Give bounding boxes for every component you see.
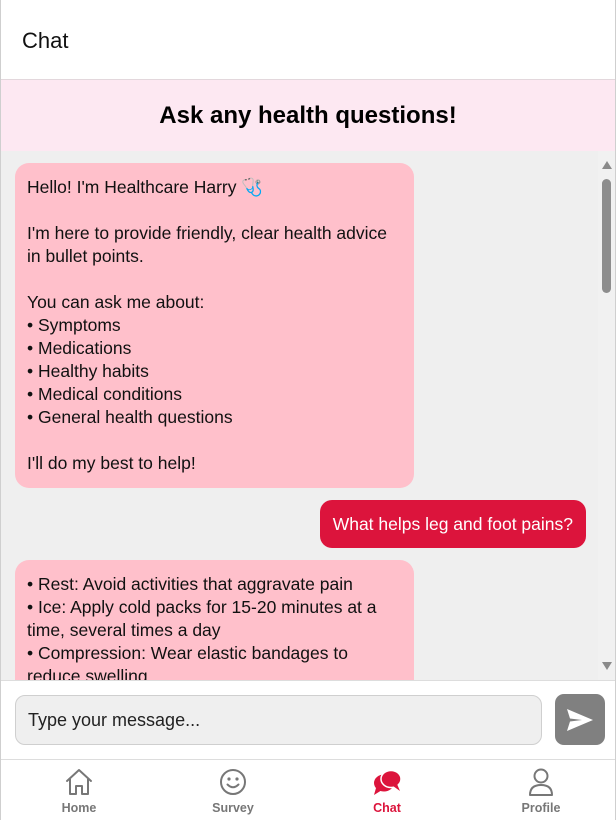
scrollbar-thumb[interactable] (602, 179, 611, 293)
smiley-icon (220, 769, 246, 795)
nav-label: Home (61, 801, 97, 815)
page-title: Chat (22, 28, 69, 53)
chat-bubbles-icon (374, 769, 402, 795)
user-message: What helps leg and foot pains? (319, 500, 586, 548)
scroll-down-arrow-icon[interactable] (602, 662, 612, 670)
banner-heading: Ask any health questions! (159, 101, 457, 129)
nav-item-home[interactable]: Home (2, 760, 156, 820)
nav-item-chat[interactable]: Chat (310, 760, 464, 820)
bot-message: Hello! I'm Healthcare Harry 🩺 I'm here t… (15, 163, 414, 488)
message-input[interactable] (15, 695, 542, 745)
send-button[interactable] (555, 694, 605, 745)
health-banner: Ask any health questions! (1, 80, 615, 151)
message-composer (1, 680, 615, 759)
nav-label: Survey (212, 801, 254, 815)
chat-scrollbar[interactable] (598, 151, 615, 680)
top-bar: Chat (1, 0, 615, 80)
person-icon (529, 768, 553, 796)
chat-app: Chat Ask any health questions! Hello! I'… (0, 0, 616, 820)
send-arrow-icon (567, 708, 593, 731)
bot-message: • Rest: Avoid activities that aggravate … (15, 560, 414, 680)
nav-item-profile[interactable]: Profile (464, 760, 616, 820)
nav-label: Profile (521, 801, 561, 815)
home-icon (66, 769, 92, 795)
nav-label: Chat (373, 801, 401, 815)
nav-item-survey[interactable]: Survey (156, 760, 310, 820)
message-list[interactable]: Hello! I'm Healthcare Harry 🩺 I'm here t… (1, 151, 598, 680)
scroll-up-arrow-icon[interactable] (602, 161, 612, 169)
bottom-nav: Home Survey Chat Profile (1, 759, 615, 820)
